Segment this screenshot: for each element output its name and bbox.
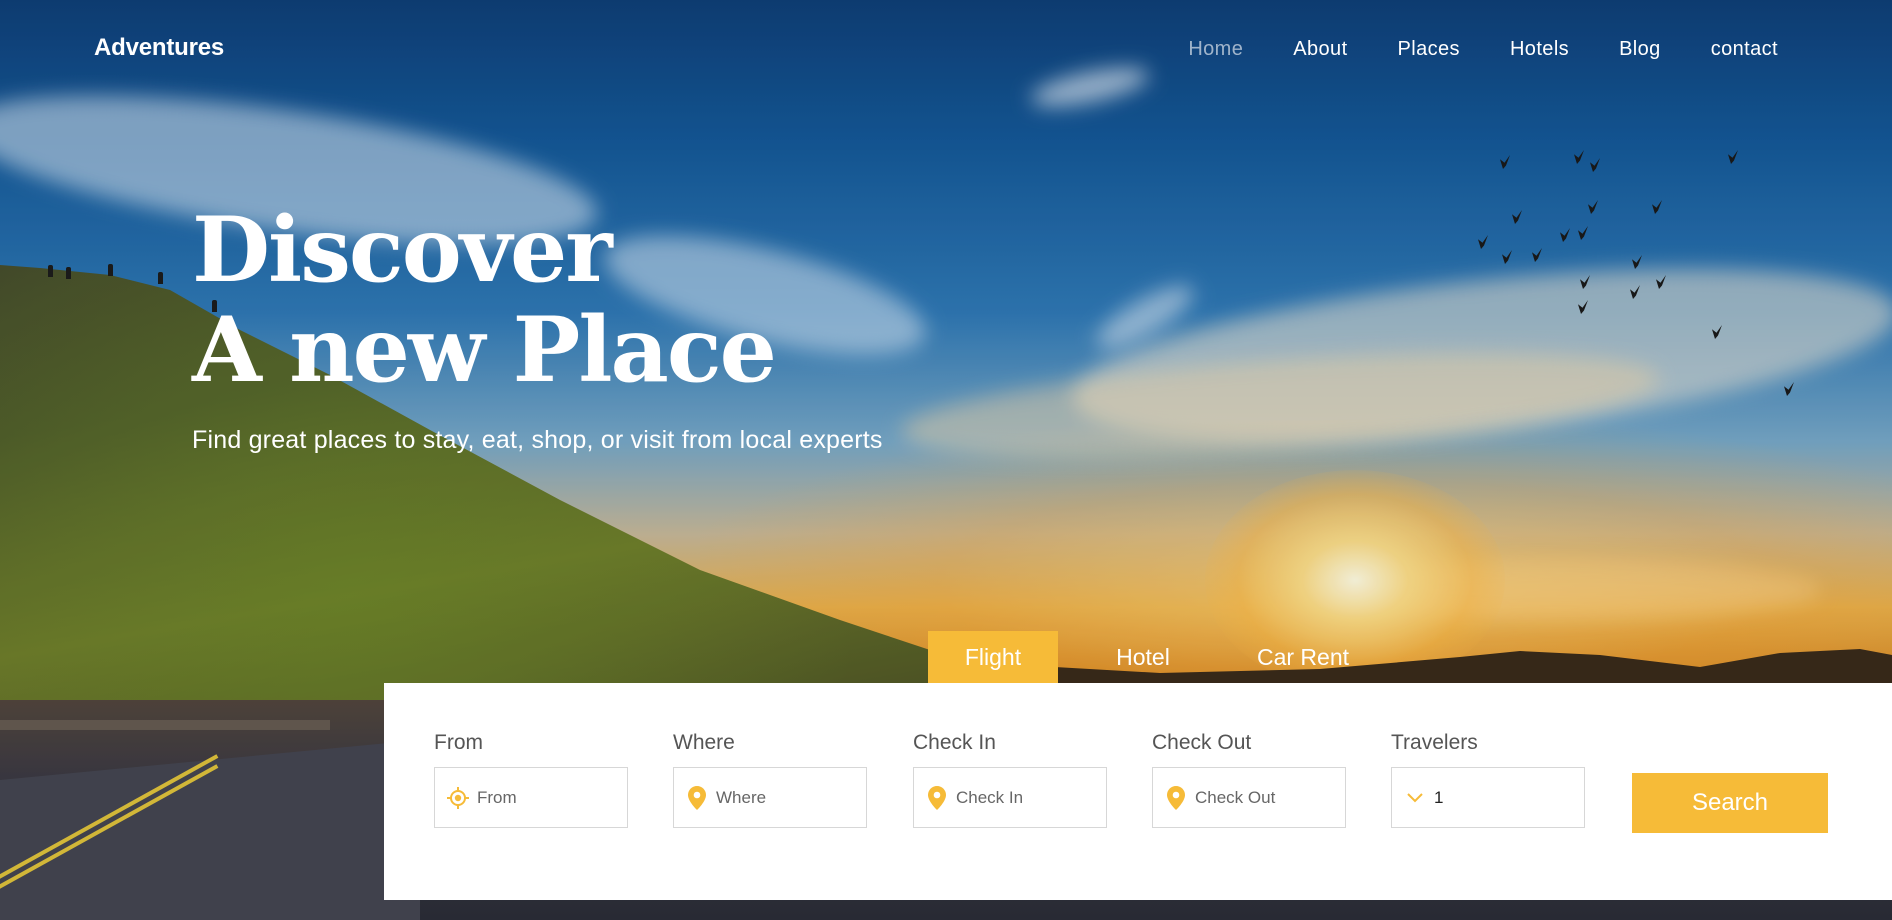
where-input[interactable] <box>716 787 856 808</box>
travelers-select[interactable]: 1 <box>1391 767 1585 828</box>
headline-line-1: Discover <box>192 197 613 303</box>
nav-contact[interactable]: contact <box>1711 38 1778 61</box>
main-nav: Home About Places Hotels Blog contact <box>1188 38 1778 61</box>
site-logo[interactable]: Adventures <box>94 34 224 62</box>
tab-flight[interactable]: Flight <box>928 631 1058 683</box>
check-in-field: Check In <box>913 731 1107 828</box>
tab-car-rent[interactable]: Car Rent <box>1228 631 1378 683</box>
from-input[interactable] <box>477 787 617 808</box>
booking-panel: From Where Check In Check Out <box>384 683 1892 900</box>
nav-places[interactable]: Places <box>1398 38 1460 61</box>
where-input-box[interactable] <box>673 767 867 828</box>
nav-home[interactable]: Home <box>1188 38 1243 61</box>
nav-blog[interactable]: Blog <box>1619 38 1661 61</box>
booking-tabs: Flight Hotel Car Rent <box>928 631 1378 683</box>
tab-hotel[interactable]: Hotel <box>1058 631 1228 683</box>
travelers-value: 1 <box>1434 787 1444 807</box>
check-in-input-box[interactable] <box>913 767 1107 828</box>
nav-about[interactable]: About <box>1293 38 1347 61</box>
from-label: From <box>434 731 483 754</box>
check-out-field: Check Out <box>1152 731 1346 828</box>
nav-hotels[interactable]: Hotels <box>1510 38 1569 61</box>
headline-line-2: A new Place <box>192 297 777 403</box>
hero-subtitle: Find great places to stay, eat, shop, or… <box>192 426 883 454</box>
where-field: Where <box>673 731 867 828</box>
travelers-label: Travelers <box>1391 731 1478 754</box>
check-out-input[interactable] <box>1195 787 1335 808</box>
chevron-down-icon <box>1404 786 1426 810</box>
check-out-input-box[interactable] <box>1152 767 1346 828</box>
check-in-label: Check In <box>913 731 996 754</box>
crosshair-icon <box>447 786 469 810</box>
check-in-input[interactable] <box>956 787 1096 808</box>
search-button[interactable]: Search <box>1632 773 1828 833</box>
check-out-label: Check Out <box>1152 731 1252 754</box>
where-label: Where <box>673 731 735 754</box>
from-field: From <box>434 731 628 828</box>
hero-headline: Discover A new Place <box>192 197 777 403</box>
map-pin-icon <box>926 785 948 810</box>
travelers-field: Travelers 1 <box>1391 731 1585 828</box>
map-pin-icon <box>1165 785 1187 810</box>
map-pin-icon <box>686 785 708 810</box>
from-input-box[interactable] <box>434 767 628 828</box>
